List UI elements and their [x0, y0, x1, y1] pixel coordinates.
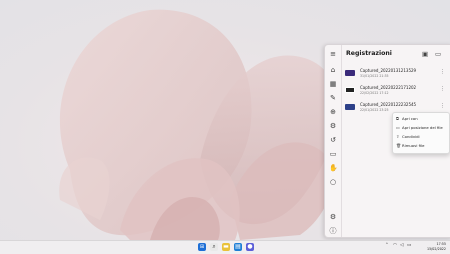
recording-name: Captured_20220222171202 — [360, 85, 417, 90]
grid-icon[interactable]: ▦ — [329, 80, 337, 88]
tip-icon[interactable]: ○ — [329, 178, 337, 186]
brush-icon[interactable]: ✎ — [329, 94, 337, 102]
open-folder-icon[interactable]: ▭ — [435, 50, 441, 58]
connect-icon[interactable]: ⊕ — [329, 108, 337, 116]
recording-date: 31/01/2022 21:35 — [360, 74, 389, 78]
volume-icon[interactable]: ◁ — [400, 243, 403, 248]
panel-title: Registrazioni — [346, 50, 392, 57]
info-icon[interactable]: ⓘ — [329, 227, 337, 235]
gamebar-rail: ≡ ⌂ ▦ ✎ ⊕ ⚙ ↺ ▭ ✋ ○ ⚙ ⓘ — [325, 45, 342, 237]
more-options-icon[interactable]: ⋮ — [440, 103, 445, 109]
more-options-icon[interactable]: ⋮ — [440, 86, 445, 92]
chevron-up-icon[interactable]: ⌃ — [385, 243, 389, 248]
start-windows-icon[interactable]: ⊞ — [198, 243, 206, 251]
recording-date: 22/02/2022 17:12 — [360, 91, 389, 95]
recording-thumbnail — [345, 87, 355, 93]
clock-date: 15/02/2022 — [426, 246, 446, 251]
menu-item-open-location[interactable]: ▭ Apri posizione del file — [396, 124, 448, 132]
more-options-icon[interactable]: ⋮ — [440, 69, 445, 75]
home-icon[interactable]: ⌂ — [329, 66, 337, 74]
gear-icon[interactable]: ⚙ — [329, 213, 337, 221]
hand-icon[interactable]: ✋ — [329, 164, 338, 172]
battery-icon[interactable]: ▭ — [407, 243, 411, 248]
history-icon[interactable]: ↺ — [329, 136, 337, 144]
recording-thumbnail — [345, 70, 355, 76]
screenshot-folder-icon[interactable]: ▣ — [422, 50, 428, 58]
wifi-icon[interactable]: ◠ — [393, 243, 397, 248]
clock[interactable]: 17:55 15/02/2022 — [427, 242, 446, 251]
capture-icon[interactable]: ▭ — [329, 150, 337, 158]
recording-thumbnail — [345, 104, 355, 110]
chat-icon[interactable]: ● — [246, 243, 254, 251]
menu-item-share[interactable]: ⇪ Condividi — [396, 133, 448, 141]
taskbar: ⊞ ⌕ ▬ ▤ ● ⌃ ◠ ◁ ▭ 17:55 15/02/2022 — [0, 240, 450, 254]
menu-item-open-with[interactable]: ⧉ Apri con — [396, 115, 448, 123]
recording-name: Captured_20220122232545 — [360, 102, 417, 107]
search-icon[interactable]: ⌕ — [210, 243, 218, 251]
context-menu: ⧉ Apri con ▭ Apri posizione del file ⇪ Cond… — [392, 112, 450, 154]
menu-icon[interactable]: ≡ — [329, 50, 337, 58]
file-explorer-icon[interactable]: ▬ — [222, 243, 230, 251]
store-icon[interactable]: ▤ — [234, 243, 242, 251]
recording-date: 22/01/2022 23:25 — [360, 108, 389, 112]
recording-name: Captured_20220131213529 — [360, 68, 417, 73]
menu-item-remove[interactable]: 🗑Rimuovi file — [396, 142, 448, 150]
settings-app-icon[interactable]: ⚙ — [329, 122, 337, 130]
recording-item[interactable]: Captured_20220222171202 22/02/2022 17:12… — [343, 84, 449, 98]
recording-item[interactable]: Captured_20220131213529 31/01/2022 21:35… — [343, 67, 449, 81]
